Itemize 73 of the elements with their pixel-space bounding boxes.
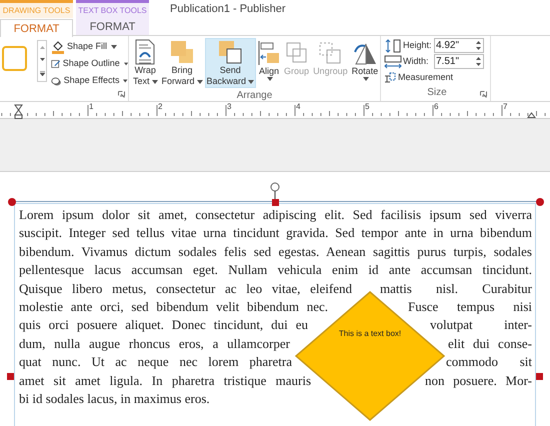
context-tab-header: TEXT BOX TOOLS <box>76 0 149 18</box>
resize-handle[interactable] <box>536 373 543 380</box>
ribbon-button[interactable]: Send Backward <box>204 38 256 88</box>
resize-handle[interactable] <box>536 198 544 206</box>
ribbon-button[interactable]: Bring Forward <box>160 38 205 88</box>
body-text-line: mattis nisl. Curabitur <box>380 280 532 298</box>
body-text-line: volutpat inter- <box>430 316 532 334</box>
body-text-line: commodo sit <box>446 353 532 372</box>
shape-style-swatch[interactable] <box>2 46 27 71</box>
more-icon[interactable] <box>40 71 44 76</box>
ruler-label: 1 <box>89 103 94 111</box>
scroll-down-icon[interactable] <box>40 58 44 62</box>
align-icon <box>258 40 280 66</box>
ruler-label: 2 <box>158 103 162 111</box>
paint-bucket-icon <box>51 40 65 54</box>
spin-arrows-icon[interactable] <box>476 57 481 66</box>
spin-field[interactable]: 4.92" <box>434 38 484 53</box>
shape-command[interactable]: Shape Outline <box>51 57 128 71</box>
dropdown-icon <box>123 79 128 83</box>
shape-command[interactable]: Shape Fill <box>51 40 128 54</box>
dialog-launcher-icon[interactable] <box>480 91 487 98</box>
ungrouped-squares-icon <box>318 40 342 64</box>
body-text-line: molestie ante orci, sed bibendum velit bibendum nec. <box>19 298 328 316</box>
indent-marker-icon[interactable] <box>14 104 23 119</box>
ribbon-button[interactable]: Align <box>256 38 282 88</box>
ribbon-button[interactable]: Rotate <box>350 38 380 88</box>
body-text-line: pellentesque lacus accumsan eget. Nullam vehicula enim id ante accumsan tincidunt. <box>19 261 532 280</box>
ruler-label: 5 <box>365 103 370 111</box>
field-label: Height: <box>403 38 433 52</box>
height-icon <box>384 38 402 52</box>
gallery-scrollbar[interactable] <box>37 40 47 82</box>
ribbon-tab[interactable]: FORMAT <box>76 18 149 35</box>
resize-handle[interactable] <box>8 198 16 206</box>
ribbon-button[interactable]: Wrap Text <box>131 38 160 88</box>
layered-squares-icon <box>169 39 196 65</box>
measurement-button[interactable]: Measurement <box>384 71 490 84</box>
text-box-text: This is a text box! <box>338 328 402 340</box>
layered-squares-icon <box>217 39 244 65</box>
group-label: Arrange <box>236 89 272 103</box>
dialog-launcher-icon[interactable] <box>118 91 125 98</box>
body-text-line: bibendum. Vivamus dictum sodales felis sed egestas. Aenean sagittis purus turpis, sodales <box>19 242 532 261</box>
body-text-line: elit dui conse- <box>448 334 532 353</box>
body-text-line: quis orci posuere aliquet. Donec tincidunt, dui eu <box>19 316 308 334</box>
group-label: Size <box>427 86 447 100</box>
body-text-line: Quisque libero metus, consectetur ac leo vitae, eleifend <box>19 280 352 298</box>
ruler-label: 3 <box>227 103 232 111</box>
ribbon-tab[interactable]: FORMAT <box>0 19 73 37</box>
body-text-line: dum, nulla augue rhoncus eros, a ullamcorper <box>19 334 290 353</box>
width-icon <box>384 54 402 68</box>
ruler-label: 4 <box>296 103 300 111</box>
body-text-line: bi id sodales lacus, in maximus eros. <box>19 390 211 408</box>
resize-handle[interactable] <box>7 373 14 380</box>
grouped-squares-icon <box>284 40 309 64</box>
body-text-line: non posuere. Mor- <box>425 372 532 390</box>
shape-command[interactable]: Shape Effects <box>51 74 128 88</box>
field-label: Width: <box>403 54 430 68</box>
body-text-line: amet sit amet ligula. In pharetra tristique mauris <box>19 372 311 390</box>
window-title: Publication1 - Publisher <box>170 2 286 17</box>
resize-handle[interactable] <box>272 199 279 206</box>
dropdown-icon <box>124 62 128 66</box>
text-wrap-icon <box>134 39 156 65</box>
spin-field[interactable]: 7.51" <box>434 54 484 69</box>
pencil-icon <box>51 57 61 71</box>
body-text-line: Fusce tempus nisi <box>408 298 532 316</box>
body-text-line: quat nunc. Ut ac neque nec lorem pharetra <box>19 353 292 372</box>
spin-arrows-icon[interactable] <box>476 41 481 50</box>
body-text-line: suscipit. Integer sed tellus vitae urna tincidunt gravida. Sed tempor ante in urna bibendum <box>19 224 532 242</box>
ruler-label: 6 <box>434 103 438 111</box>
dropdown-icon <box>111 45 118 49</box>
body-text-line: Lorem ipsum dolor sit amet, consectetur adipiscing elit. Sed facilisis ipsum sed viverra <box>19 206 532 224</box>
measurement-icon <box>384 72 396 84</box>
ruler-label: 7 <box>503 103 508 111</box>
rotation-handle[interactable] <box>270 182 280 199</box>
